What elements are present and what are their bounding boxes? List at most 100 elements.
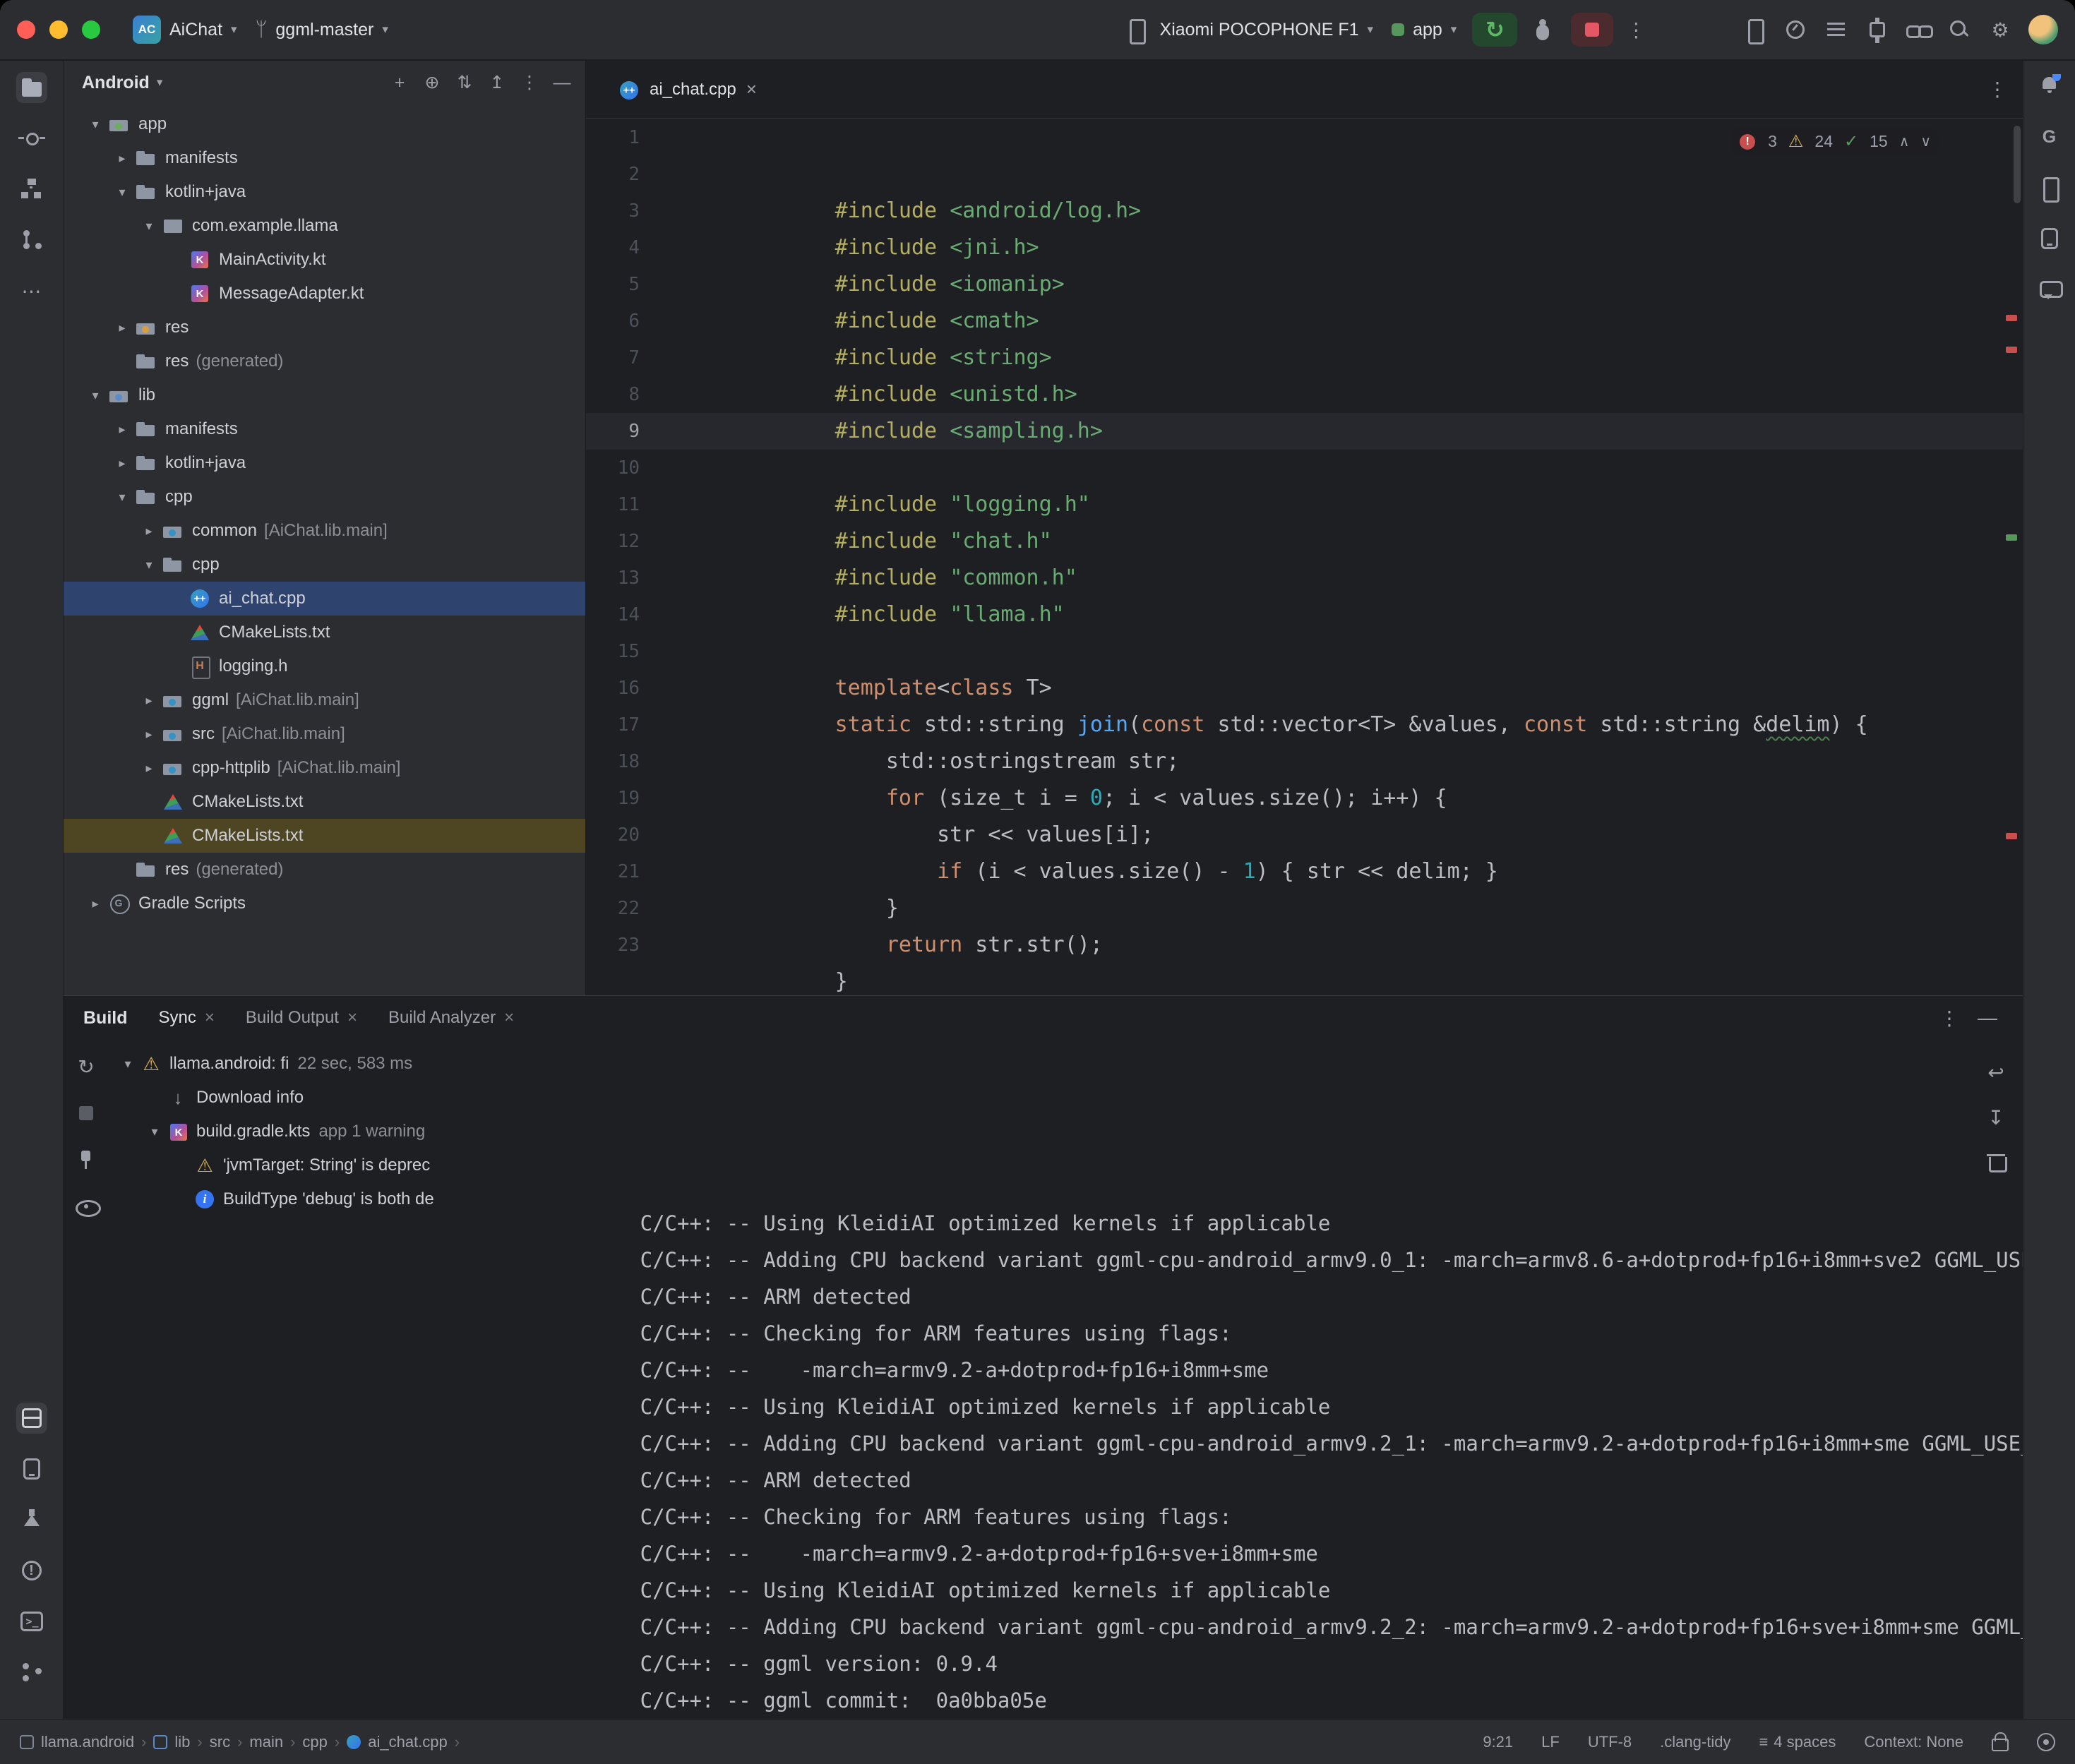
breadcrumb-item[interactable]: main › xyxy=(249,1733,302,1751)
gradle-tool-icon[interactable] xyxy=(2034,121,2065,152)
line-number[interactable]: 1 xyxy=(586,119,707,156)
tree-item[interactable]: ▸ manifests xyxy=(64,412,585,446)
expand-chevron-icon[interactable]: ▾ xyxy=(137,219,161,234)
build-tab[interactable]: Build Output × xyxy=(246,1008,357,1028)
zoom-window-button[interactable] xyxy=(82,20,100,39)
editor-scrollbar[interactable] xyxy=(2014,126,2021,203)
running-devices-tool-icon[interactable] xyxy=(2034,223,2065,254)
todo-list-icon[interactable] xyxy=(1821,14,1852,45)
code-line[interactable]: 4 #include <cmath> xyxy=(586,229,2023,266)
code-line[interactable]: 3 #include <iomanip> xyxy=(586,193,2023,229)
code-line[interactable]: 7 #include <sampling.h> xyxy=(586,340,2023,376)
expand-chevron-icon[interactable]: ▾ xyxy=(116,1057,140,1072)
more-actions-button[interactable]: ⋮ xyxy=(1620,14,1651,45)
close-tab-icon[interactable]: × xyxy=(347,1008,357,1028)
debug-button[interactable] xyxy=(1527,14,1558,45)
expand-chevron-icon[interactable]: ▸ xyxy=(83,896,107,911)
tree-item[interactable]: res (generated) xyxy=(64,853,585,887)
tree-item[interactable]: ▸ manifests xyxy=(64,141,585,175)
code-line[interactable]: 12 #include "llama.h" xyxy=(586,523,2023,560)
previous-problem-icon[interactable]: ∧ xyxy=(1899,133,1910,150)
tree-item[interactable]: res (generated) xyxy=(64,344,585,378)
expand-all-icon[interactable]: ⇅ xyxy=(451,69,478,96)
version-control-tool-icon[interactable] xyxy=(16,1657,47,1688)
code-line[interactable]: 11 #include "common.h" xyxy=(586,486,2023,523)
tree-item[interactable]: ▾ app xyxy=(64,107,585,141)
expand-chevron-icon[interactable]: ▸ xyxy=(110,456,134,471)
code-line[interactable]: 6 #include <unistd.h> xyxy=(586,303,2023,340)
line-separator[interactable]: LF xyxy=(1541,1733,1560,1751)
device-explorer-tool-icon[interactable] xyxy=(16,1453,47,1484)
device-mirroring-icon[interactable] xyxy=(1739,14,1770,45)
expand-chevron-icon[interactable]: ▸ xyxy=(110,320,134,335)
profiler-icon[interactable] xyxy=(1780,14,1811,45)
code-line[interactable]: 16 std::ostringstream str; xyxy=(586,670,2023,707)
search-everywhere-icon[interactable] xyxy=(1944,14,1975,45)
expand-chevron-icon[interactable]: ▾ xyxy=(143,1124,167,1139)
line-number[interactable]: 20 xyxy=(586,817,707,853)
run-configuration-selector[interactable]: app ▾ xyxy=(1392,20,1457,40)
build-tree-item[interactable]: ▾ ⚠ llama.android: fi 22 sec, 583 ms xyxy=(109,1047,504,1081)
close-window-button[interactable] xyxy=(17,20,35,39)
close-tab-icon[interactable]: × xyxy=(746,78,757,100)
code-line[interactable]: 5 #include <string> xyxy=(586,266,2023,303)
code-line[interactable]: 9 #include "logging.h" xyxy=(586,413,2023,450)
breadcrumb-item[interactable]: lib › xyxy=(153,1733,209,1751)
code-line[interactable]: 18 str << values[i]; xyxy=(586,743,2023,780)
build-tree-item[interactable]: ⚠ 'jvmTarget: String' is deprec xyxy=(109,1148,504,1182)
expand-chevron-icon[interactable]: ▸ xyxy=(137,524,161,539)
project-view-selector[interactable]: Android xyxy=(82,73,150,93)
close-tab-icon[interactable]: × xyxy=(504,1008,514,1028)
breadcrumb-item[interactable]: llama.android › xyxy=(20,1733,153,1751)
code-line[interactable]: 2 #include <jni.h> xyxy=(586,156,2023,193)
caret-position[interactable]: 9:21 xyxy=(1483,1733,1513,1751)
tree-item[interactable]: ▸ ggml [AiChat.lib.main] xyxy=(64,683,585,717)
breadcrumb-item[interactable]: cpp › xyxy=(302,1733,347,1751)
pin-icon[interactable] xyxy=(71,1144,102,1175)
breadcrumb-item[interactable]: src › xyxy=(210,1733,250,1751)
pull-requests-tool-icon[interactable] xyxy=(16,224,47,256)
app-inspection-tool-icon[interactable] xyxy=(16,1504,47,1535)
tree-item[interactable]: ▸ cpp-httplib [AiChat.lib.main] xyxy=(64,751,585,785)
rerun-button[interactable]: ↻ xyxy=(1472,13,1517,47)
line-number[interactable]: 15 xyxy=(586,633,707,670)
line-number[interactable]: 3 xyxy=(586,193,707,229)
assistant-tool-icon[interactable] xyxy=(2034,274,2065,305)
rerun-sync-icon[interactable]: ↻ xyxy=(71,1051,102,1082)
code-line[interactable]: 14 template<class T> xyxy=(586,596,2023,633)
branch-selector[interactable]: ᛘ ggml-master ▾ xyxy=(256,18,388,41)
build-tree-item[interactable]: ↓ Download info xyxy=(109,1081,504,1115)
expand-chevron-icon[interactable]: ▸ xyxy=(110,422,134,437)
build-tool-icon[interactable] xyxy=(16,1403,47,1434)
line-number[interactable]: 17 xyxy=(586,707,707,743)
expand-chevron-icon[interactable]: ▸ xyxy=(110,151,134,166)
options-icon[interactable]: ⋮ xyxy=(1934,1002,1965,1033)
expand-chevron-icon[interactable]: ▸ xyxy=(137,693,161,708)
code-line[interactable]: 8 xyxy=(586,376,2023,413)
tree-item[interactable]: ai_chat.cpp xyxy=(64,582,585,616)
clang-tidy[interactable]: .clang-tidy xyxy=(1660,1733,1730,1751)
code-line[interactable]: 20 } xyxy=(586,817,2023,853)
write-access-lock-icon[interactable] xyxy=(1992,1739,2009,1751)
next-problem-icon[interactable]: ∨ xyxy=(1920,133,1931,150)
terminal-tool-icon[interactable] xyxy=(16,1606,47,1637)
collapse-all-icon[interactable]: ↥ xyxy=(484,69,510,96)
code-viewport[interactable]: 1 #include <android/log.h> 2 #include <j… xyxy=(586,119,2023,995)
tree-item[interactable]: ▾ cpp xyxy=(64,480,585,514)
encoding[interactable]: UTF-8 xyxy=(1588,1733,1632,1751)
more-tool-windows-icon[interactable]: ⋯ xyxy=(16,275,47,306)
scroll-to-end-icon[interactable]: ↧ xyxy=(1980,1102,2011,1133)
tree-item[interactable]: CMakeLists.txt xyxy=(64,785,585,819)
inspect-icon[interactable] xyxy=(71,1191,102,1222)
line-number[interactable]: 21 xyxy=(586,853,707,890)
error-stripe-mark[interactable] xyxy=(2006,347,2017,353)
user-avatar[interactable] xyxy=(2028,15,2058,44)
line-number[interactable]: 4 xyxy=(586,229,707,266)
code-line[interactable]: 10 #include "chat.h" xyxy=(586,450,2023,486)
line-number[interactable]: 14 xyxy=(586,596,707,633)
line-number[interactable]: 5 xyxy=(586,266,707,303)
tree-item[interactable]: ▸ common [AiChat.lib.main] xyxy=(64,514,585,548)
insert-link-icon[interactable] xyxy=(1903,14,1934,45)
tree-item[interactable]: ▸ src [AiChat.lib.main] xyxy=(64,717,585,751)
code-line[interactable]: 15 static std::string join(const std::ve… xyxy=(586,633,2023,670)
